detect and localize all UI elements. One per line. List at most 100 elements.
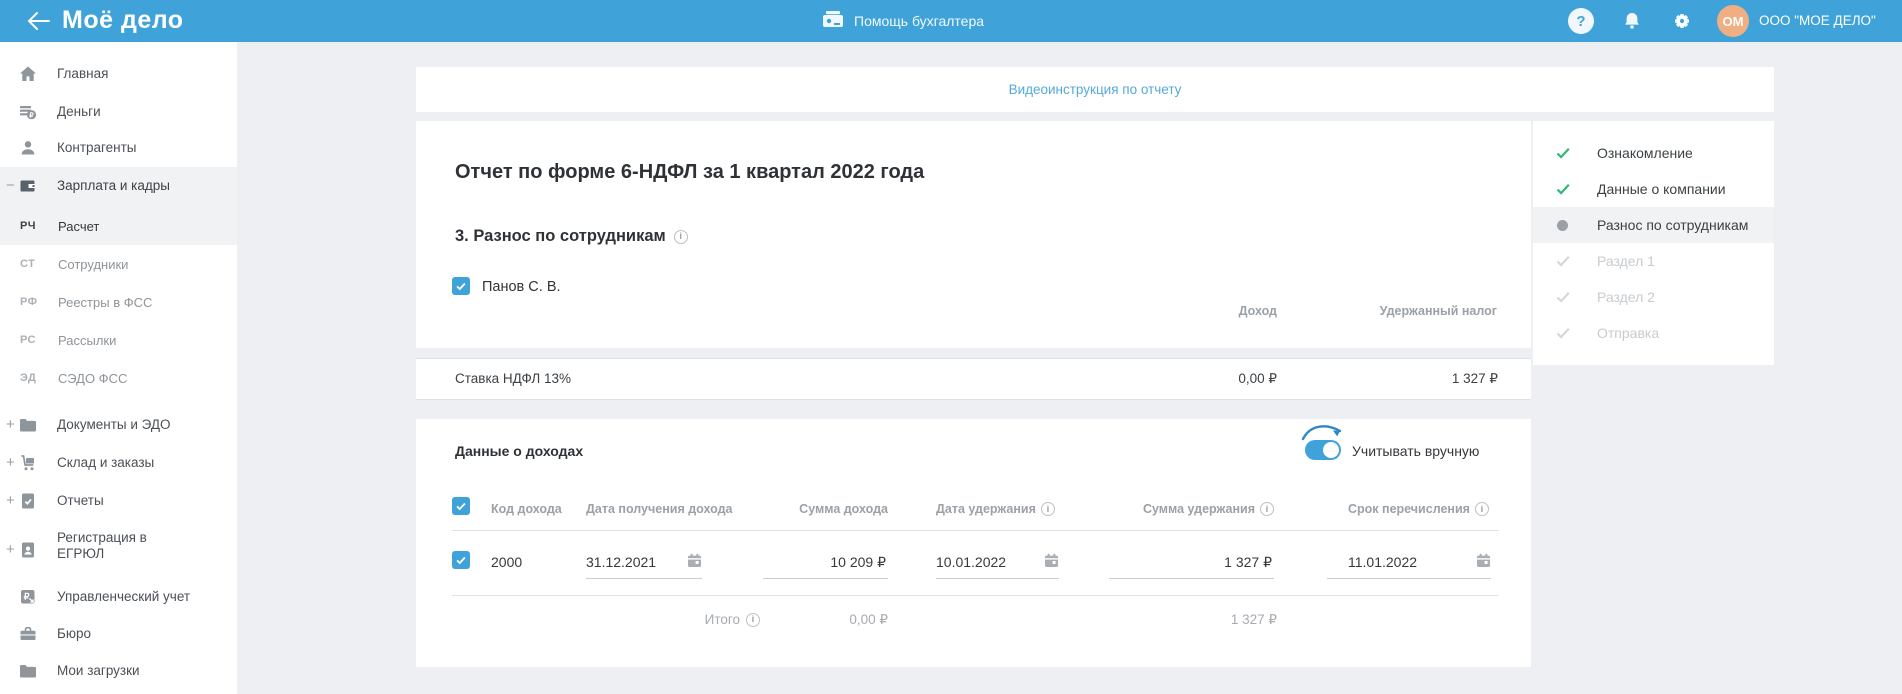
date-received-input[interactable]: 31.12.2021 xyxy=(586,547,702,579)
sidebar-item-label: Склад и заказы xyxy=(57,455,155,470)
sidebar-item-label: Регистрация в ЕГРЮЛ xyxy=(57,530,147,561)
app-screen: Моё дело Помощь бухгалтера ? ОМ ООО "МОЕ… xyxy=(0,0,1902,694)
app-logo[interactable]: Моё дело xyxy=(62,6,184,35)
sidebar-item-money[interactable]: ₽ Деньги xyxy=(0,93,237,131)
collapse-icon[interactable]: − xyxy=(6,177,18,195)
expand-icon[interactable]: + xyxy=(6,492,18,510)
person-icon xyxy=(18,138,38,158)
subitem-abbr: ЭД xyxy=(20,372,37,384)
sidebar-item-home[interactable]: Главная xyxy=(0,55,237,93)
company-name[interactable]: ООО "МОЕ ДЕЛО" xyxy=(1759,13,1876,28)
accountant-help-label: Помощь бухгалтера xyxy=(854,13,985,29)
tax-rate-income: 0,00 ₽ xyxy=(1238,371,1277,386)
document-person-icon xyxy=(18,540,38,560)
sidebar-item-registracia-egrul[interactable]: + Регистрация в ЕГРЮЛ xyxy=(0,527,237,573)
briefcase-icon xyxy=(18,624,38,644)
accountant-help-button[interactable]: Помощь бухгалтера xyxy=(822,0,984,42)
home-icon xyxy=(18,64,38,84)
checklist-item-label: Раздел 1 xyxy=(1597,253,1655,269)
sidebar-subitem-raschet[interactable]: РЧ Расчет xyxy=(0,207,237,245)
check-icon xyxy=(1555,145,1571,161)
info-icon[interactable]: i xyxy=(746,612,760,627)
checklist-item-label: Отправка xyxy=(1597,325,1660,341)
sidebar-item-contractors[interactable]: Контрагенты xyxy=(0,129,237,167)
expand-icon[interactable]: + xyxy=(6,454,18,472)
checklist-item-label: Разнос по сотрудникам xyxy=(1597,217,1749,233)
gear-icon[interactable] xyxy=(1669,8,1695,34)
info-icon[interactable]: i xyxy=(1260,502,1274,516)
withhold-amount-input[interactable]: 1 327 ₽ xyxy=(1109,547,1274,579)
info-icon[interactable]: i xyxy=(1474,502,1489,516)
sidebar-item-label: Управленческий учет xyxy=(57,589,191,604)
transfer-due-input[interactable]: 11.01.2022 xyxy=(1327,547,1491,579)
manual-accounting-label: Учитывать вручную xyxy=(1352,443,1480,459)
tax-rate-label: Ставка НДФЛ 13% xyxy=(455,371,571,386)
sidebar-subitem-sedo-fss[interactable]: ЭД СЭДО ФСС xyxy=(0,359,237,397)
bell-icon[interactable] xyxy=(1619,8,1645,34)
checklist-item-dannye-o-kompanii[interactable]: Данные о компании xyxy=(1533,171,1774,207)
sidebar-item-label: Деньги xyxy=(57,104,101,119)
accountant-help-icon xyxy=(822,9,844,34)
section-title: 3. Разнос по сотрудникам xyxy=(455,227,666,245)
sidebar-subitem-reestry-fss[interactable]: РФ Реестры в ФСС xyxy=(0,283,237,321)
sidebar-item-buro[interactable]: Бюро xyxy=(0,615,237,653)
sidebar-item-sklad[interactable]: + Склад и заказы xyxy=(0,444,237,482)
employee-checkbox[interactable] xyxy=(452,277,470,295)
sidebar-item-label: Бюро xyxy=(57,626,92,641)
money-icon: ₽ xyxy=(18,102,38,122)
checklist-item-raznos-po-sotrudnikam[interactable]: Разнос по сотрудникам xyxy=(1533,207,1774,243)
report-steps-panel: Ознакомление Данные о компании Разнос по… xyxy=(1533,121,1774,365)
select-all-checkbox[interactable] xyxy=(452,497,470,515)
sidebar-item-label: Зарплата и кадры xyxy=(57,178,170,193)
sidebar-item-moi-zagruzki[interactable]: Мои загрузки xyxy=(0,652,237,690)
withhold-date-input[interactable]: 10.01.2022 xyxy=(936,547,1059,579)
manual-accounting-toggle[interactable] xyxy=(1305,440,1341,460)
column-header-withheld: Удержанный налог xyxy=(1379,304,1497,318)
expand-icon[interactable]: + xyxy=(6,541,18,559)
row-checkbox[interactable] xyxy=(452,551,470,569)
checklist-item-label: Ознакомление xyxy=(1597,145,1693,161)
amount-input[interactable]: 10 209 ₽ xyxy=(763,547,888,579)
expand-icon[interactable]: + xyxy=(6,416,18,434)
avatar[interactable]: ОМ xyxy=(1717,5,1749,37)
calendar-icon[interactable] xyxy=(687,553,702,568)
th-transfer-due-label: Срок перечисления xyxy=(1348,502,1470,516)
management-accounting-icon: ₽ xyxy=(18,587,38,607)
th-income-code: Код дохода xyxy=(491,502,562,516)
wallet-icon xyxy=(18,176,38,196)
income-data-title: Данные о доходах xyxy=(455,443,584,459)
info-icon[interactable]: i xyxy=(673,229,688,244)
tax-rate-withheld: 1 327 ₽ xyxy=(1451,371,1498,386)
th-withhold-date-label: Дата удержания xyxy=(936,502,1036,516)
sidebar-item-label: Отчеты xyxy=(57,493,104,508)
th-withhold-amount-label: Сумма удержания xyxy=(1142,502,1255,516)
column-header-income: Доход xyxy=(1238,304,1277,318)
sidebar-subitem-sotrudniki[interactable]: СТ Сотрудники xyxy=(0,245,237,283)
sidebar-item-label: Контрагенты xyxy=(57,140,137,155)
sidebar-item-uprav-uchet[interactable]: ₽ Управленческий учет xyxy=(0,578,237,616)
back-arrow-icon[interactable] xyxy=(26,10,50,32)
report-check-icon xyxy=(18,491,38,511)
sidebar-item-documents-edo[interactable]: + Документы и ЭДО xyxy=(0,406,237,444)
checklist-item-oznakomlenie[interactable]: Ознакомление xyxy=(1533,135,1774,171)
row-separator xyxy=(452,595,1499,596)
topbar: Моё дело Помощь бухгалтера ? ОМ ООО "МОЕ… xyxy=(0,0,1902,42)
th-transfer-due: Срок перечисления i xyxy=(1348,502,1489,516)
calendar-icon[interactable] xyxy=(1476,553,1491,568)
sidebar-item-otchety[interactable]: + Отчеты xyxy=(0,482,237,520)
folder-icon xyxy=(18,415,38,435)
video-instruction-link[interactable]: Видеоинструкция по отчету xyxy=(1009,82,1182,97)
svg-text:₽: ₽ xyxy=(24,592,30,602)
income-code-value: 2000 xyxy=(491,554,523,570)
sidebar-item-label: Сотрудники xyxy=(58,257,129,272)
income-data-block: Данные о доходах Учитывать вручную Код д… xyxy=(416,419,1531,667)
subitem-abbr: РС xyxy=(20,334,36,346)
subitem-abbr: РФ xyxy=(20,296,38,308)
checklist-item-label: Данные о компании xyxy=(1597,181,1726,197)
help-icon[interactable]: ? xyxy=(1568,8,1594,34)
sidebar-item-salary[interactable]: − Зарплата и кадры xyxy=(0,167,237,205)
calendar-icon[interactable] xyxy=(1044,553,1059,568)
info-icon[interactable]: i xyxy=(1040,502,1055,516)
downloads-folder-icon xyxy=(18,661,38,681)
sidebar-subitem-rassylki[interactable]: РС Рассылки xyxy=(0,321,237,359)
